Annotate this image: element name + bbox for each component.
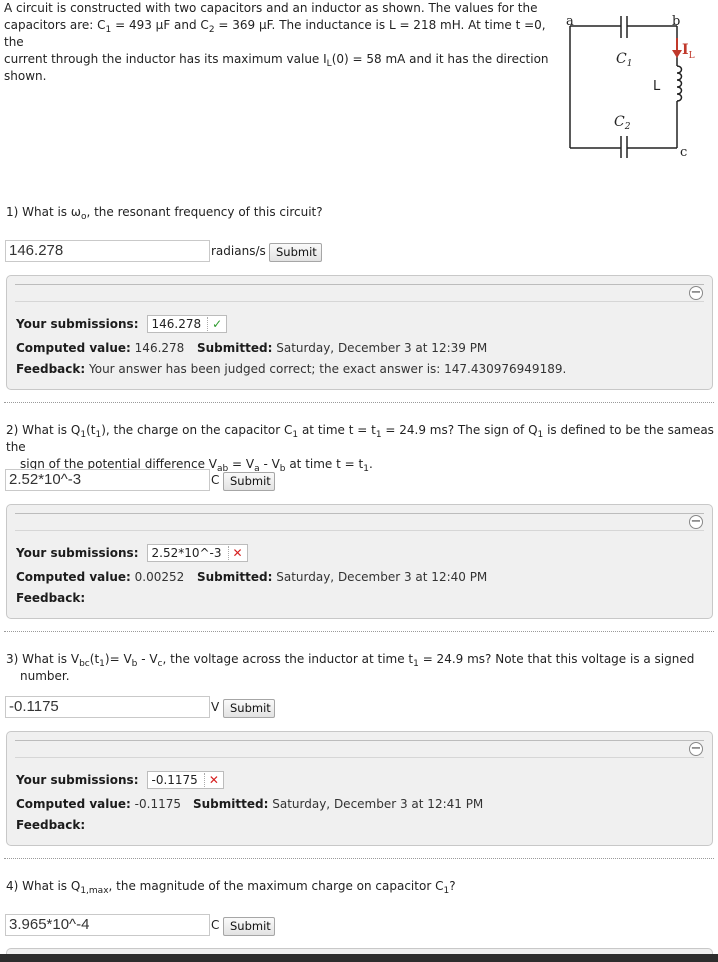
q3-your-submissions-label: Your submissions:	[16, 773, 139, 787]
q1-answer-input[interactable]: 146.278	[5, 240, 210, 262]
c1-label: C1	[616, 51, 632, 69]
divider	[4, 858, 714, 859]
divider	[4, 402, 714, 403]
q3-computed-value: -0.1175	[134, 797, 181, 811]
q1-unit: radians/s	[211, 244, 266, 258]
q3-submitted-label: Submitted:	[193, 797, 269, 811]
question-4-text: 4) What is Q1,max, the magnitude of the …	[6, 879, 456, 896]
q2-feedback-label: Feedback:	[16, 591, 86, 605]
node-c-label: c	[680, 145, 687, 160]
q3-submission-chip: -0.1175 ✕	[146, 771, 224, 789]
intro-line-3: current through the inductor has its max…	[4, 52, 549, 69]
q1-submitted-label: Submitted:	[197, 341, 273, 355]
divider	[4, 631, 714, 632]
q1-feedback-value: Your answer has been judged correct; the…	[89, 362, 567, 376]
q3-computed-label: Computed value:	[16, 797, 131, 811]
q1-computed-value: 146.278	[134, 341, 185, 355]
q3-feedback-label: Feedback:	[16, 818, 86, 832]
q3-submission-panel: − Your submissions: -0.1175 ✕ Computed val…	[6, 731, 713, 846]
q3-submit-button[interactable]: Submit	[223, 699, 275, 718]
q2-submitted-label: Submitted:	[197, 570, 273, 584]
current-label: IL	[682, 42, 695, 61]
q2-computed-label: Computed value:	[16, 570, 131, 584]
problem-statement: A circuit is constructed with two capaci…	[4, 0, 552, 85]
q1-your-submissions-label: Your submissions:	[16, 317, 139, 331]
question-2-text: 2) What is Q1(t1), the charge on the cap…	[6, 423, 714, 474]
minus-circle-icon[interactable]: −	[689, 742, 703, 756]
q2-your-submissions-label: Your submissions:	[16, 546, 139, 560]
circuit-diagram: a b c C1 C2 L IL	[566, 14, 695, 160]
minus-circle-icon[interactable]: −	[689, 515, 703, 529]
q2-unit: C	[211, 473, 220, 487]
q3-submitted-value: Saturday, December 3 at 12:41 PM	[272, 797, 484, 811]
node-a-label: a	[566, 14, 574, 29]
q2-computed-value: 0.00252	[134, 570, 185, 584]
q1-computed-label: Computed value:	[16, 341, 131, 355]
current-arrow-icon	[672, 38, 682, 58]
intro-line-1: A circuit is constructed with two capaci…	[4, 1, 538, 15]
q1-submit-button[interactable]: Submit	[269, 243, 322, 262]
minus-circle-icon[interactable]: −	[689, 286, 703, 300]
node-b-label: b	[672, 14, 680, 29]
q1-feedback-label: Feedback:	[16, 362, 86, 376]
q1-submitted-value: Saturday, December 3 at 12:39 PM	[276, 341, 488, 355]
x-icon: ✕	[203, 773, 219, 787]
q1-submission-panel: − Your submissions: 146.278 ✓ Computed val…	[6, 275, 713, 390]
q2-answer-input[interactable]: 2.52*10^-3	[5, 469, 210, 491]
q2-submitted-value: Saturday, December 3 at 12:40 PM	[276, 570, 488, 584]
inductor-label: L	[653, 79, 661, 94]
q4-unit: C	[211, 918, 220, 932]
q3-unit: V	[211, 700, 220, 714]
q2-submission-panel: − Your submissions: 2.52*10^-3 ✕ Computed …	[6, 504, 713, 619]
question-3-text: 3) What is Vbc(t1)= Vb - Vc, the voltage…	[6, 652, 695, 683]
q4-submit-button[interactable]: Submit	[223, 917, 275, 936]
q2-submit-button[interactable]: Submit	[223, 472, 275, 491]
intro-line-4: shown.	[4, 69, 47, 83]
q1-submission-chip: 146.278 ✓	[146, 315, 228, 333]
check-icon: ✓	[207, 317, 223, 331]
x-icon: ✕	[227, 546, 243, 560]
q4-answer-input[interactable]: 3.965*10^-4	[5, 914, 210, 936]
q3-answer-input[interactable]: -0.1175	[5, 696, 210, 718]
intro-line-2: capacitors are: C1 = 493 μF and C2 = 369…	[4, 18, 546, 49]
window-bottom-bar	[0, 954, 718, 962]
q2-submission-chip: 2.52*10^-3 ✕	[146, 544, 248, 562]
question-1-text: 1) What is ωo, the resonant frequency of…	[6, 205, 323, 222]
c2-label: C2	[614, 114, 631, 132]
